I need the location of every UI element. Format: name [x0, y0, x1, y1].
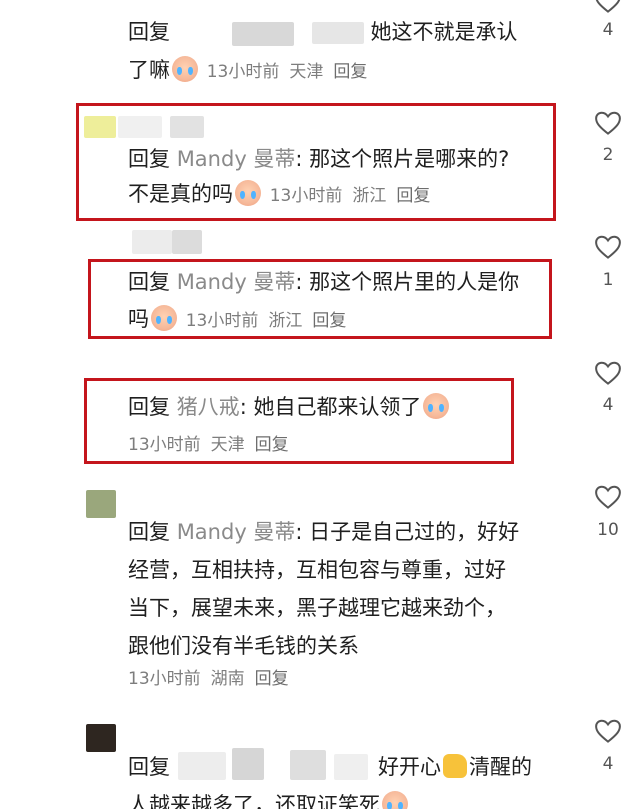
blurred-username [290, 750, 326, 780]
like-count: 2 [602, 145, 614, 165]
heart-icon[interactable] [593, 482, 623, 512]
like-count: 4 [602, 754, 614, 774]
reply-button[interactable]: 回复 [396, 186, 430, 206]
comment-time: 13小时前 [206, 62, 280, 82]
comment-text: 吗 [128, 307, 149, 331]
comment-time: 13小时前 [128, 435, 201, 455]
comment-6-line-1: 回复 [128, 748, 170, 786]
comment-text: : 那这个照片里的人是你 [295, 270, 520, 294]
comment-3-line-2: 吗 13小时前 浙江 回复 [128, 300, 356, 338]
comment-6-text: 好开心 清醒的 [378, 748, 532, 786]
comment-time: 13小时前 [269, 186, 343, 206]
crying-face-emoji [172, 56, 198, 82]
like-count: 10 [597, 520, 619, 540]
comment-text: 好开心 [378, 755, 441, 779]
crying-face-emoji [235, 180, 261, 206]
heart-icon[interactable] [593, 232, 623, 262]
comment-text: : 她自己都来认领了 [239, 395, 422, 419]
comment-1-line-2: 了嘛 13小时前 天津 回复 [128, 51, 377, 89]
blurred-username [178, 752, 226, 780]
heart-icon[interactable] [593, 0, 623, 16]
thumbs-up-emoji [443, 754, 467, 778]
comment-4-line-1: 回复 猪八戒: 她自己都来认领了 [128, 388, 451, 426]
comment-text: 跟他们没有半毛钱的关系 [128, 634, 359, 658]
like-count: 4 [602, 20, 614, 40]
blurred-username [232, 748, 264, 780]
reply-label: 回复 [128, 520, 170, 544]
blurred-username [232, 22, 294, 46]
comment-3-line-1: 回复 Mandy 曼蒂: 那这个照片里的人是你 [128, 263, 519, 301]
reply-button[interactable]: 回复 [255, 669, 289, 689]
comment-location: 天津 [210, 435, 245, 455]
reply-label: 回复 [128, 147, 170, 171]
comment-text: : 她这不就是承认 [356, 20, 518, 44]
reply-button[interactable]: 回复 [333, 62, 367, 82]
comment-text: 当下，展望未来，黑子越理它越来劲个， [128, 596, 506, 620]
comment-text: 经营，互相扶持，互相包容与尊重，过好 [128, 558, 506, 582]
like-count: 1 [602, 270, 614, 290]
comment-text: 了嘛 [128, 58, 170, 82]
heart-icon[interactable] [593, 358, 623, 388]
username[interactable]: Mandy 曼蒂 [177, 270, 296, 294]
reply-button[interactable]: 回复 [255, 435, 289, 455]
comment-5-line-1: 回复 Mandy 曼蒂: 日子是自己过的，好好 [128, 513, 519, 551]
comment-text: : 那这个照片是哪来的? [295, 147, 510, 171]
blurred-username [334, 754, 368, 780]
blurred-username [172, 230, 202, 254]
reply-button[interactable]: 回复 [312, 311, 346, 331]
blurred-username [132, 230, 172, 254]
reply-label: 回复 [128, 20, 170, 44]
comment-text: 人越来越多了，还取证笑死 [128, 793, 380, 809]
avatar[interactable] [86, 490, 116, 518]
username[interactable]: Mandy 曼蒂 [177, 520, 296, 544]
comment-time: 13小时前 [185, 311, 259, 331]
comment-text: 清醒的 [469, 755, 532, 779]
comment-2-line-2: 不是真的吗 13小时前 浙江 回复 [128, 175, 440, 213]
crying-face-emoji [382, 791, 408, 809]
username[interactable]: 猪八戒 [177, 395, 240, 419]
blurred-username [312, 22, 364, 44]
like-count: 4 [602, 395, 614, 415]
comment-location: 浙江 [352, 186, 387, 206]
crying-face-emoji [151, 305, 177, 331]
reply-label: 回复 [128, 270, 170, 294]
comment-6-line-2: 人越来越多了，还取证笑死 [128, 786, 410, 809]
comment-text: 不是真的吗 [128, 182, 233, 206]
comment-location: 天津 [289, 62, 324, 82]
reply-label: 回复 [128, 755, 170, 779]
reply-label: 回复 [128, 395, 170, 419]
username[interactable]: Mandy 曼蒂 [177, 147, 296, 171]
comment-4-meta: 13小时前 天津 回复 [128, 432, 299, 458]
comment-location: 浙江 [268, 311, 303, 331]
heart-icon[interactable] [593, 716, 623, 746]
comment-time: 13小时前 [128, 669, 201, 689]
comment-location: 湖南 [210, 669, 245, 689]
comment-5-meta: 13小时前 湖南 回复 [128, 666, 299, 692]
comment-text: : 日子是自己过的，好好 [295, 520, 520, 544]
comment-2-line-1: 回复 Mandy 曼蒂: 那这个照片是哪来的? [128, 140, 509, 178]
crying-face-emoji [423, 393, 450, 419]
avatar[interactable] [86, 724, 116, 752]
heart-icon[interactable] [593, 108, 623, 138]
